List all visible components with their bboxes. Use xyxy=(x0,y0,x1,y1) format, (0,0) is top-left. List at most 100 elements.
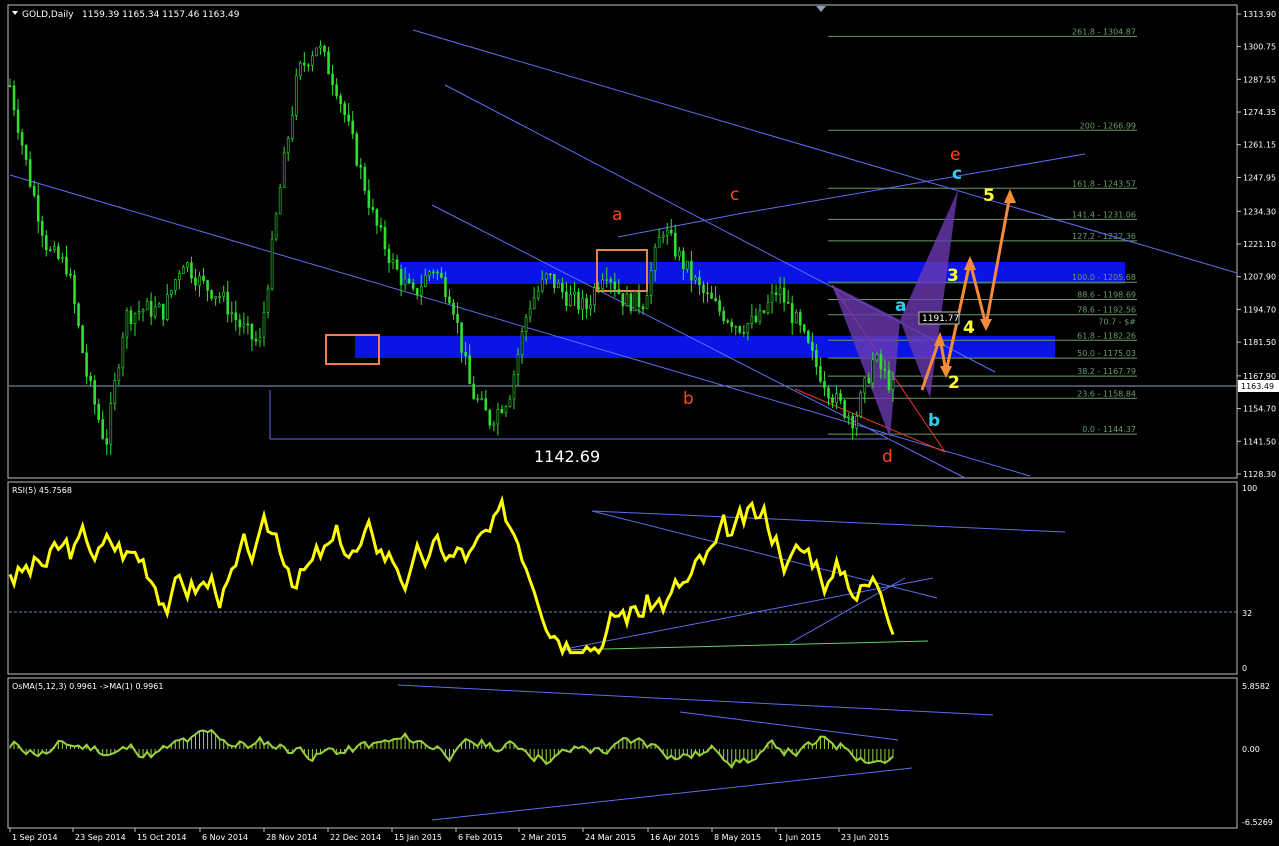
price-tick-label: 1300.75 xyxy=(1243,43,1276,52)
candle-body xyxy=(57,246,60,259)
candle-body xyxy=(742,332,746,334)
candle-body xyxy=(472,383,475,400)
candle-body xyxy=(766,302,770,313)
date-tick-label: 1 Jun 2015 xyxy=(778,833,821,842)
fib-level-label: 78.6 - 1192.56 xyxy=(1077,306,1136,315)
candle-body xyxy=(351,120,355,135)
candle-body xyxy=(798,312,802,326)
candle-body xyxy=(464,352,467,357)
candle-body xyxy=(347,114,350,122)
candle-body xyxy=(105,438,109,445)
candle-body xyxy=(609,279,613,283)
candle-body xyxy=(540,278,544,292)
candle-body xyxy=(49,249,52,251)
candle-body xyxy=(12,85,16,111)
candle-body xyxy=(77,303,80,327)
chart-window: GOLD,Daily 1159.39 1165.34 1157.46 1163.… xyxy=(0,0,1279,846)
candle-body xyxy=(113,380,117,404)
candle-body xyxy=(802,324,806,332)
candle-body xyxy=(835,393,838,403)
candle-body xyxy=(774,292,778,295)
current-price-label: 1163.49 xyxy=(1241,382,1274,391)
ohlc-label: 1159.39 1165.34 1157.46 1163.49 xyxy=(82,10,240,20)
candle-body xyxy=(468,355,471,385)
candle-body xyxy=(605,279,609,281)
price-marker-label: 1191.77 xyxy=(922,314,959,324)
candle-body xyxy=(456,314,459,323)
candle-body xyxy=(145,300,149,311)
date-tick-label: 15 Jan 2015 xyxy=(394,833,442,842)
candle-body xyxy=(698,277,701,286)
candle-body xyxy=(299,62,302,77)
candle-body xyxy=(823,381,826,389)
candle-body xyxy=(524,316,528,333)
date-tick-label: 15 Oct 2014 xyxy=(137,833,186,842)
candle-body xyxy=(794,312,798,324)
candle-body xyxy=(512,374,516,400)
symbol-label: GOLD,Daily xyxy=(22,10,74,20)
candle-body xyxy=(359,164,363,168)
wave-e-red: e xyxy=(950,145,960,165)
candle-body xyxy=(883,368,887,371)
candle-body xyxy=(238,319,242,328)
candle-body xyxy=(851,415,854,429)
candle-body xyxy=(597,287,600,289)
candle-body xyxy=(544,273,548,280)
candle-body xyxy=(444,277,447,298)
candle-body xyxy=(645,295,649,310)
candle-body xyxy=(319,45,322,49)
date-tick-label: 8 May 2015 xyxy=(714,833,761,842)
candle-body xyxy=(702,284,705,293)
candle-body xyxy=(617,288,621,294)
candle-body xyxy=(315,47,318,57)
candle-body xyxy=(415,288,419,296)
candle-body xyxy=(440,272,443,278)
resistance-zone xyxy=(400,262,1125,284)
fib-level-label: 38.2 - 1167.79 xyxy=(1077,367,1136,376)
price-tick-label: 1274.35 xyxy=(1243,108,1276,117)
candle-body xyxy=(149,300,153,317)
candle-body xyxy=(61,256,64,259)
candle-body xyxy=(234,312,238,321)
price-tick-label: 1261.15 xyxy=(1243,141,1276,150)
candle-body xyxy=(133,313,137,324)
date-tick-label: 16 Apr 2015 xyxy=(650,833,699,842)
candle-body xyxy=(565,291,568,306)
candle-body xyxy=(16,109,20,133)
candle-body xyxy=(734,326,738,328)
candle-body xyxy=(476,398,480,401)
candle-body xyxy=(657,236,661,248)
candle-body xyxy=(871,359,875,384)
candle-body xyxy=(266,288,270,313)
osma-title: OsMA(5,12,3) 0.9961 ->MA(1) 0.9961 xyxy=(12,682,163,691)
current-price-tag: 1163.49 xyxy=(1238,380,1279,392)
candle-body xyxy=(875,354,879,361)
fib-level-label: 50.0 - 1175.03 xyxy=(1077,349,1136,358)
candle-body xyxy=(484,398,488,411)
candle-body xyxy=(819,366,822,382)
candle-body xyxy=(726,320,729,323)
candle-body xyxy=(383,226,387,250)
candle-body xyxy=(746,323,750,334)
price-tick-label: 1207.90 xyxy=(1243,273,1276,282)
wave-c-cyan: c xyxy=(952,164,962,184)
candle-body xyxy=(500,408,504,414)
candle-body xyxy=(690,260,693,281)
candle-body xyxy=(69,273,72,276)
candle-body xyxy=(754,315,758,323)
date-tick-label: 2 Mar 2015 xyxy=(521,833,567,842)
candle-body xyxy=(109,403,113,445)
candle-body xyxy=(419,286,423,296)
candle-body xyxy=(282,152,286,188)
price-tick-label: 1194.70 xyxy=(1243,305,1276,314)
candle-body xyxy=(137,311,141,314)
wave-2: 2 xyxy=(948,373,960,393)
date-tick-label: 1 Sep 2014 xyxy=(12,833,58,842)
wave-b-red: b xyxy=(683,389,694,409)
candle-body xyxy=(403,278,407,286)
candle-body xyxy=(125,310,129,338)
candle-body xyxy=(327,51,330,75)
candle-body xyxy=(407,278,411,284)
candle-body xyxy=(423,274,427,288)
candle-body xyxy=(218,296,221,298)
